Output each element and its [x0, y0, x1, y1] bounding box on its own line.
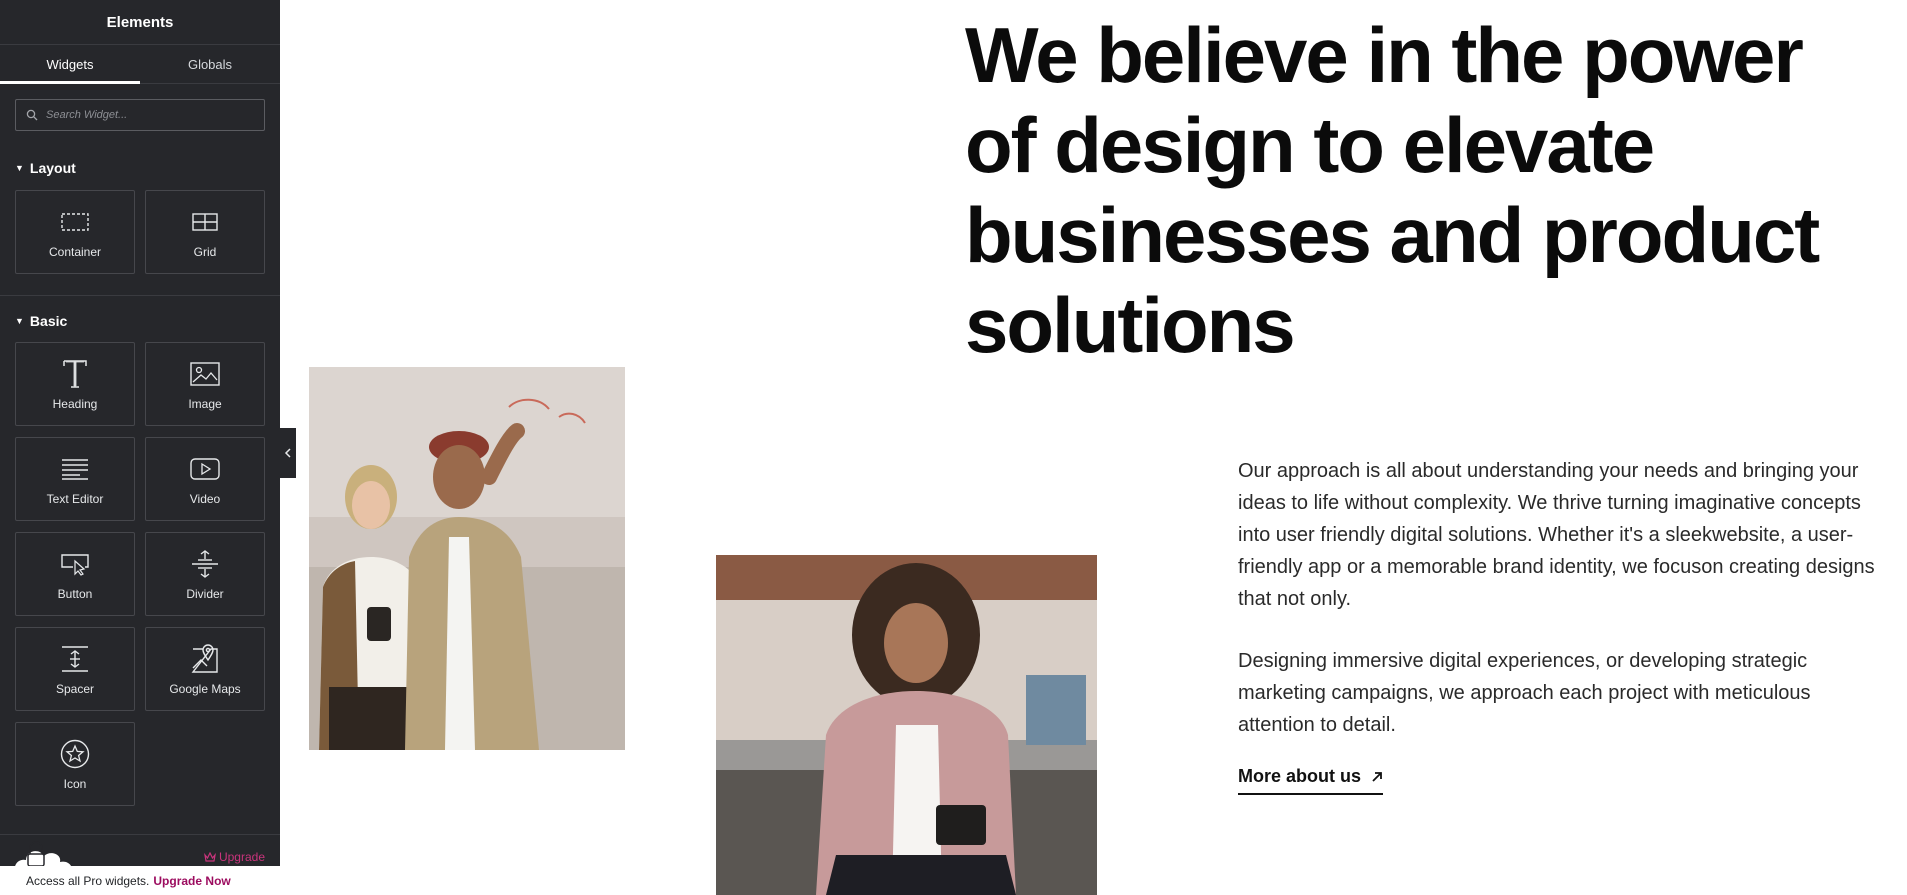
basic-widgets: Heading Image Text Editor Video Button D… — [0, 342, 280, 806]
widget-image[interactable]: Image — [145, 342, 265, 426]
widget-text-editor[interactable]: Text Editor — [15, 437, 135, 521]
tab-globals[interactable]: Globals — [140, 45, 280, 83]
tab-widgets[interactable]: Widgets — [0, 45, 140, 84]
collapse-panel-toggle[interactable] — [280, 428, 296, 478]
widget-label: Divider — [186, 587, 224, 601]
map-icon — [191, 642, 219, 676]
consultant-photo — [716, 555, 1097, 895]
panel-title: Elements — [0, 0, 280, 45]
spacer-icon — [60, 642, 90, 676]
widget-container[interactable]: Container — [15, 190, 135, 274]
widget-heading[interactable]: Heading — [15, 342, 135, 426]
search-box[interactable] — [15, 99, 265, 131]
divider-icon — [190, 547, 220, 581]
upgrade-link[interactable]: Upgrade — [204, 850, 265, 864]
widget-label: Video — [189, 492, 221, 506]
widget-spacer[interactable]: Spacer — [15, 627, 135, 711]
widget-label: Image — [188, 397, 222, 411]
text-editor-icon — [60, 452, 90, 486]
chevron-left-icon — [284, 448, 291, 458]
team-photo-illustration — [309, 367, 625, 750]
more-about-us-label: More about us — [1238, 766, 1362, 786]
team-photo — [309, 367, 625, 750]
star-icon — [60, 737, 90, 771]
search-input[interactable] — [46, 109, 246, 121]
widget-label: Text Editor — [46, 492, 104, 506]
crown-icon — [204, 852, 216, 862]
approach-paragraph: Designing immersive digital experiences,… — [1238, 650, 1811, 736]
widget-label: Grid — [193, 245, 217, 259]
widget-label: Icon — [63, 777, 87, 791]
widget-label: Container — [48, 245, 102, 259]
widget-video[interactable]: Video — [145, 437, 265, 521]
page-headline: We believe in the power of design to ele… — [965, 11, 1820, 369]
caret-down-icon: ▼ — [15, 163, 24, 173]
heading-icon — [62, 357, 88, 391]
consultant-photo-illustration — [716, 555, 1097, 895]
widget-label: Spacer — [55, 682, 95, 696]
pro-promo-bar: Access all Pro widgets. Upgrade Now — [0, 866, 280, 895]
widget-label: Button — [57, 587, 93, 601]
widget-label: Heading — [52, 397, 98, 411]
widget-divider[interactable]: Divider — [145, 532, 265, 616]
layout-widgets: Container Grid — [0, 190, 280, 274]
section-divider — [0, 834, 280, 835]
arrow-up-right-icon — [1372, 771, 1382, 782]
search-icon — [26, 109, 38, 121]
section-title: Layout — [29, 160, 76, 176]
more-about-us-link[interactable]: More about us — [1238, 766, 1384, 795]
widget-icon[interactable]: Icon — [15, 722, 135, 806]
section-title: Basic — [29, 313, 68, 329]
upgrade-now-link[interactable]: Upgrade Now — [153, 874, 230, 888]
elements-panel: Elements Widgets Globals ▼ Layout Contai… — [0, 0, 280, 895]
upgrade-label: Upgrade — [218, 850, 265, 864]
promo-text: Access all Pro widgets. — [26, 873, 150, 888]
section-layout-header[interactable]: ▼ Layout — [0, 158, 280, 178]
widget-label: Google Maps — [169, 682, 241, 696]
intro-paragraph: Our approach is all about understanding … — [1238, 460, 1875, 610]
widget-google-maps[interactable]: Google Maps — [145, 627, 265, 711]
caret-down-icon: ▼ — [15, 316, 24, 326]
image-icon — [190, 357, 220, 391]
section-divider — [0, 295, 280, 296]
widget-button[interactable]: Button — [15, 532, 135, 616]
button-icon — [59, 547, 91, 581]
panel-tabs: Widgets Globals — [0, 45, 280, 84]
widget-grid[interactable]: Grid — [145, 190, 265, 274]
section-basic-header[interactable]: ▼ Basic — [0, 311, 280, 331]
container-icon — [61, 205, 89, 239]
grid-icon — [191, 205, 219, 239]
video-icon — [190, 452, 220, 486]
